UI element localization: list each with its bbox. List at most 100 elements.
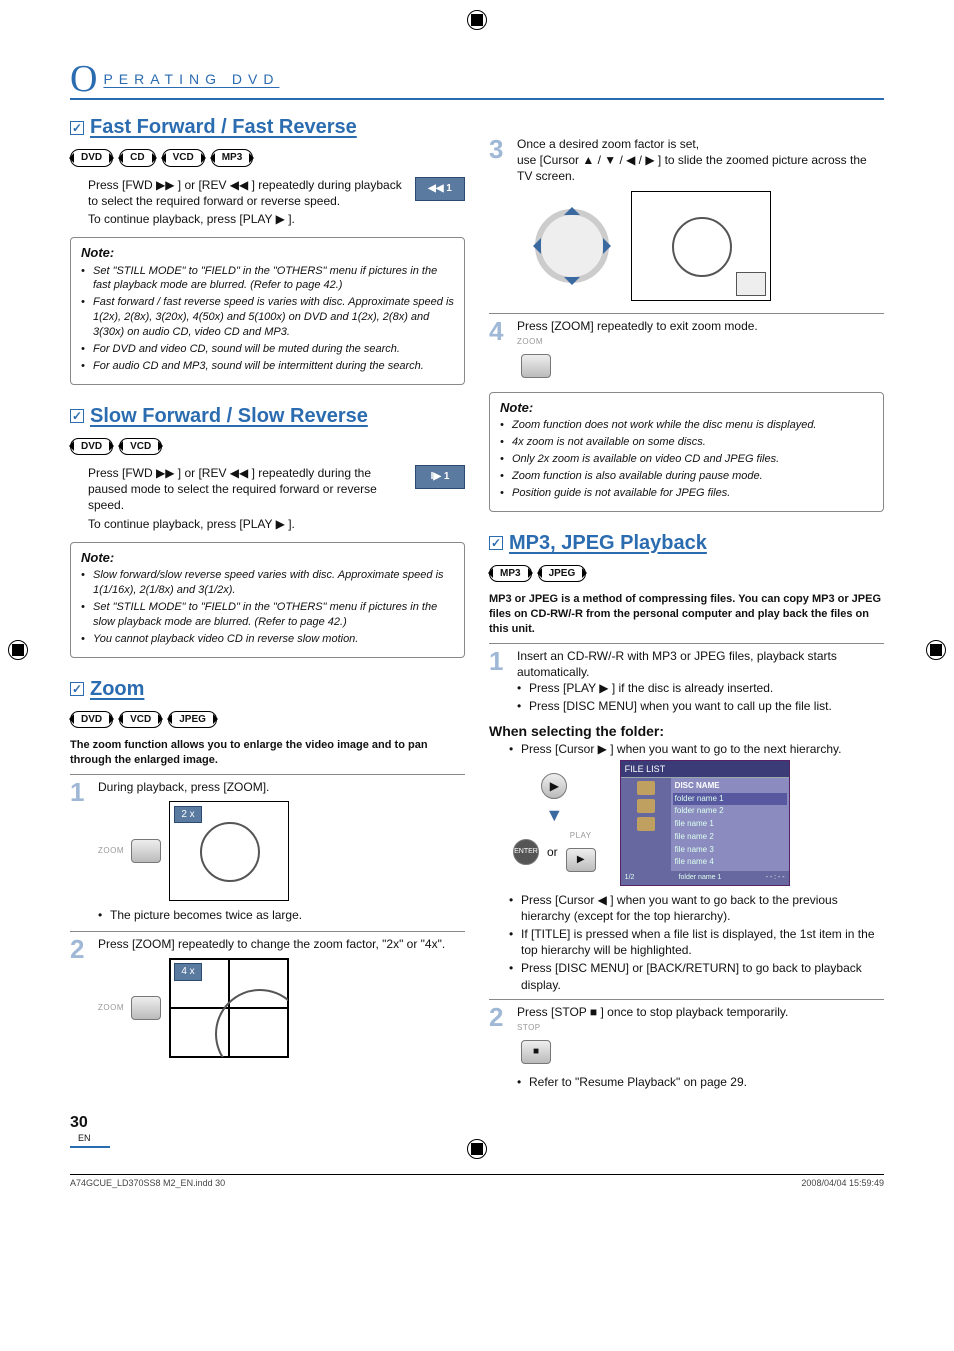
- mp3-step1-bullet: Press [DISC MENU] when you want to call …: [517, 698, 884, 714]
- printer-mark-left: [8, 640, 28, 660]
- note-item: Zoom function does not work while the di…: [500, 418, 873, 433]
- printer-mark-top: [467, 10, 487, 30]
- page-number: 30: [70, 1114, 88, 1131]
- zoom-step3-text-1: Once a desired zoom factor is set,: [517, 136, 884, 152]
- mp3-step2-text: Press [STOP ■ ] once to stop playback te…: [517, 1004, 884, 1020]
- media-pill: VCD: [119, 438, 162, 456]
- footer-timestamp: 2008/04/04 15:59:49: [801, 1177, 884, 1189]
- zoom-title: Zoom: [90, 676, 144, 703]
- note-item: You cannot playback video CD in reverse …: [81, 632, 454, 647]
- mp3-sub-bullet: Press [Cursor ▶ ] when you want to go to…: [509, 741, 884, 757]
- mp3-step1-text: Insert an CD-RW/-R with MP3 or JPEG file…: [517, 648, 884, 680]
- remote-zoom-button-block: ZOOM: [98, 992, 165, 1024]
- sfr-text-1: Press [FWD ▶▶ ] or [REV ◀◀ ] repeatedly …: [88, 465, 465, 514]
- filelist-row: folder name 2: [673, 805, 787, 818]
- sfr-heading-row: ✓ Slow Forward / Slow Reverse: [70, 403, 465, 430]
- printer-mark-dot: [471, 1143, 483, 1155]
- filelist-row: file name 4: [673, 856, 787, 869]
- sfr-text-2: To continue playback, press [PLAY ▶ ].: [88, 516, 465, 532]
- section-initial: O: [70, 60, 97, 98]
- nav-flow-block: ▶ ▼ ENTER or PLAY ▶: [509, 769, 600, 875]
- note-item: Zoom function is also available during p…: [500, 469, 873, 484]
- zoom-note-box: Note: Zoom function does not work while …: [489, 392, 884, 512]
- illust-tag: 2 x: [174, 806, 201, 824]
- media-pill: CD: [119, 149, 155, 167]
- dpad-illustration: [527, 201, 617, 291]
- dpad-ring-icon: [535, 209, 609, 283]
- note-item: For audio CD and MP3, sound will be inte…: [81, 359, 454, 374]
- ffr-title: Fast Forward / Fast Reverse: [90, 114, 357, 141]
- check-icon: ✓: [489, 536, 503, 550]
- note-title: Note:: [81, 244, 454, 262]
- note-item: Position guide is not available for JPEG…: [500, 486, 873, 501]
- zoom-illustration-2x: 2 x: [169, 801, 289, 901]
- remote-button-label: ZOOM: [98, 1003, 124, 1014]
- filelist-footer-center: folder name 1: [679, 873, 722, 882]
- check-icon: ✓: [70, 409, 84, 423]
- zoom-step1-text: During playback, press [ZOOM].: [98, 779, 465, 795]
- note-title: Note:: [81, 549, 454, 567]
- pan-illustration: [631, 191, 771, 301]
- sfr-pills: DVD VCD: [70, 438, 465, 456]
- filelist-title: DISC NAME: [673, 780, 787, 793]
- ffr-pills: DVD CD VCD MP3: [70, 149, 465, 167]
- note-item: Only 2x zoom is available on video CD an…: [500, 452, 873, 467]
- zoom-step1-result: The picture becomes twice as large.: [98, 907, 465, 923]
- stop-button: ■: [521, 1040, 551, 1064]
- sfr-title: Slow Forward / Slow Reverse: [90, 403, 368, 430]
- filelist-row: folder name 1: [673, 793, 787, 806]
- note-item: Fast forward / fast reverse speed is var…: [81, 295, 454, 340]
- note-item: Set "STILL MODE" to "FIELD" in the "OTHE…: [81, 600, 454, 630]
- section-header: O PERATING DVD: [70, 60, 884, 100]
- illust-face-icon: [672, 217, 732, 277]
- step-number: 1: [70, 779, 90, 925]
- mp3-sub-bullet: Press [Cursor ◀ ] when you want to go ba…: [509, 892, 884, 924]
- remote-zoom-button: [131, 839, 161, 863]
- media-pill: MP3: [489, 565, 532, 583]
- note-title: Note:: [500, 399, 873, 417]
- zoom-step3-text-2: use [Cursor ▲ / ▼ / ◀ / ▶ ] to slide the…: [517, 152, 884, 184]
- zoom-step1-result-list: The picture becomes twice as large.: [98, 907, 465, 923]
- mp3-step2-bullets: Refer to "Resume Playback" on page 29.: [517, 1074, 884, 1090]
- arrow-up-icon: [564, 199, 580, 215]
- mp3-step2-bullet: Refer to "Resume Playback" on page 29.: [517, 1074, 884, 1090]
- step-number: 1: [489, 648, 509, 717]
- ffr-body: ◀◀ 1 Press [FWD ▶▶ ] or [REV ◀◀ ] repeat…: [88, 177, 465, 228]
- remote-zoom-button: [521, 354, 551, 378]
- zoom-step4-text: Press [ZOOM] repeatedly to exit zoom mod…: [517, 318, 884, 334]
- step-number: 4: [489, 318, 509, 382]
- column-left: ✓ Fast Forward / Fast Reverse DVD CD VCD…: [70, 108, 465, 1092]
- check-icon: ✓: [70, 682, 84, 696]
- remote-zoom-button: [131, 996, 161, 1020]
- mp3-sub-bullets-2: Press [Cursor ◀ ] when you want to go ba…: [509, 892, 884, 993]
- mp3-heading-row: ✓ MP3, JPEG Playback: [489, 530, 884, 557]
- media-pill: MP3: [211, 149, 254, 167]
- mp3-flow-row: ▶ ▼ ENTER or PLAY ▶ FILE LIST: [509, 760, 884, 886]
- enter-button: ENTER: [513, 839, 539, 865]
- filelist-header: FILE LIST: [621, 761, 789, 778]
- zoom-heading-row: ✓ Zoom: [70, 676, 465, 703]
- mp3-subhead: When selecting the folder:: [489, 722, 884, 741]
- mp3-sub-bullet: If [TITLE] is pressed when a file list i…: [509, 926, 884, 958]
- zoom-step-2: 2 Press [ZOOM] repeatedly to change the …: [70, 931, 465, 1064]
- remote-zoom-button-block: ZOOM: [517, 334, 884, 382]
- folder-icon: [637, 799, 655, 813]
- remote-button-label: ZOOM: [98, 846, 124, 857]
- arrow-down-icon: [564, 277, 580, 293]
- zoom-intro: The zoom function allows you to enlarge …: [70, 738, 465, 768]
- sfr-note-list: Slow forward/slow reverse speed varies w…: [81, 568, 454, 646]
- mp3-step1-bullet: Press [PLAY ▶ ] if the disc is already i…: [517, 680, 884, 696]
- printer-mark-dot: [471, 14, 483, 26]
- zoom-step-1: 1 During playback, press [ZOOM]. ZOOM 2 …: [70, 774, 465, 925]
- note-item: For DVD and video CD, sound will be mute…: [81, 342, 454, 357]
- mp3-step-2: 2 Press [STOP ■ ] once to stop playback …: [489, 999, 884, 1093]
- mp3-pills: MP3 JPEG: [489, 565, 884, 583]
- pan-guide-icon: [736, 272, 766, 296]
- note-item: 4x zoom is not available on some discs.: [500, 435, 873, 450]
- arrow-left-icon: [525, 238, 541, 254]
- media-pill: DVD: [70, 149, 113, 167]
- osd-indicator: I▶ 1: [415, 465, 465, 489]
- sfr-body: I▶ 1 Press [FWD ▶▶ ] or [REV ◀◀ ] repeat…: [88, 465, 465, 532]
- printer-mark-dot: [12, 644, 24, 656]
- mp3-step1-bullets: Press [PLAY ▶ ] if the disc is already i…: [517, 680, 884, 714]
